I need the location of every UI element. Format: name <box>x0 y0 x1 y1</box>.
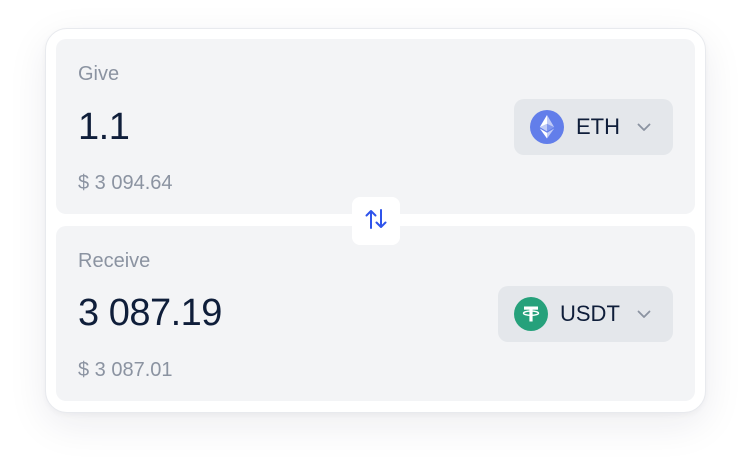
give-token-selector[interactable]: ETH <box>514 99 673 155</box>
receive-fiat-value: $ 3 087.01 <box>78 359 173 381</box>
receive-token-selector[interactable]: USDT <box>498 286 673 342</box>
ethereum-icon <box>530 110 564 144</box>
receive-amount-input[interactable]: 3 087.19 <box>78 292 222 335</box>
give-amount-input[interactable]: 1.1 <box>78 106 130 149</box>
swap-direction-button[interactable] <box>352 197 400 245</box>
receive-token-symbol: USDT <box>560 301 620 326</box>
give-label: Give <box>78 63 120 85</box>
give-token-symbol: ETH <box>576 114 620 139</box>
give-fiat-value: $ 3 094.64 <box>78 172 173 194</box>
give-panel: Give 1.1 $ 3 094.64 ETH <box>56 39 695 214</box>
tether-icon <box>514 297 548 331</box>
chevron-down-icon <box>637 123 651 132</box>
receive-label: Receive <box>78 250 151 272</box>
receive-panel: Receive 3 087.19 $ 3 087.01 USDT <box>56 226 695 401</box>
swap-arrows-icon <box>364 208 388 235</box>
swap-card: Give 1.1 $ 3 094.64 ETH Receive 3 087.19… <box>45 28 706 413</box>
chevron-down-icon <box>637 310 651 319</box>
